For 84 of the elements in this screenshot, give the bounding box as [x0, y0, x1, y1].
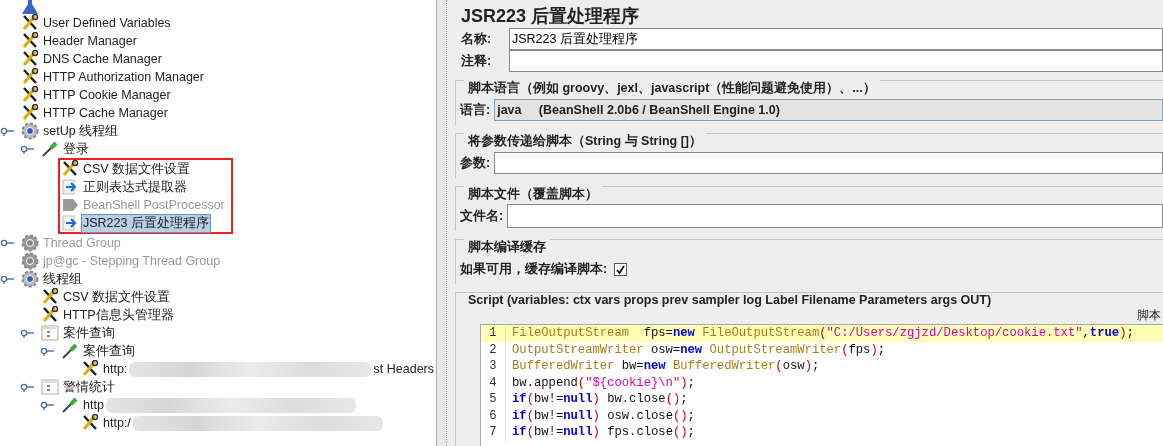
checkbox-label: 如果可用，缓存编译脚本: — [460, 260, 608, 278]
tree-item[interactable]: User Defined Variables — [41, 15, 173, 31]
expand-handle-icon[interactable] — [20, 144, 34, 154]
field-label: 参数: — [460, 154, 491, 172]
comment-field[interactable] — [509, 50, 1163, 72]
group-title: 脚本编译缓存 — [464, 239, 550, 256]
tree-item[interactable]: http — [81, 397, 106, 413]
tree-item-text: st Headers — [372, 361, 435, 377]
expand-handle-icon[interactable] — [0, 274, 14, 284]
tree-item[interactable]: CSV 数据文件设置 — [61, 287, 173, 307]
field-label: 语言: — [460, 101, 491, 119]
tree-item[interactable]: CSV 数据文件设置 — [81, 159, 193, 179]
tree-item[interactable]: HTTP Cookie Manager — [41, 87, 173, 103]
controller-icon — [41, 378, 59, 396]
code-line: if(bw!=null) bw.close(); — [512, 391, 688, 408]
field-label: 注释: — [461, 52, 493, 70]
dropper-icon — [41, 140, 59, 158]
name-field[interactable]: JSR223 后置处理程序 — [509, 28, 1163, 50]
tree-item[interactable]: 正则表达式提取器 — [81, 177, 189, 197]
tools-icon — [21, 32, 39, 50]
tree-item[interactable]: 警情统计 — [61, 377, 117, 397]
group-title: 将参数传递给脚本（String 与 String []） — [464, 133, 706, 150]
expand-handle-icon[interactable] — [20, 328, 34, 338]
tree-item[interactable]: Header Manager — [41, 33, 139, 49]
tools-icon — [81, 414, 99, 432]
tree-item[interactable]: http: — [101, 361, 130, 377]
gear-icon — [21, 234, 39, 252]
code-line: if(bw!=null) osw.close(); — [512, 407, 695, 424]
code-line: OutputStreamWriter osw=new OutputStreamWriter(fps); — [512, 341, 886, 358]
parameters-field[interactable] — [494, 152, 1163, 174]
gear-icon — [21, 270, 39, 288]
tree-item[interactable]: 案件查询 — [61, 323, 117, 343]
tools-icon — [61, 160, 79, 178]
panel-title: JSR223 后置处理程序 — [460, 5, 641, 28]
language-dropdown[interactable]: java (BeanShell 2.0b6 / BeanShell Engine 1.0) — [494, 99, 1163, 121]
code-line: if(bw!=null) fps.close(); — [512, 424, 695, 441]
tree-item[interactable]: HTTP Authorization Manager — [41, 69, 206, 85]
tree-item[interactable]: 线程组 — [41, 269, 84, 289]
tree-item[interactable]: DNS Cache Manager — [41, 51, 164, 67]
tools-icon — [21, 68, 39, 86]
line-number: 3 — [481, 358, 506, 375]
field-label: 文件名: — [460, 207, 504, 225]
filename-field[interactable] — [507, 204, 1163, 228]
line-number: 1 — [481, 325, 506, 342]
tree-item[interactable]: setUp 线程组 — [41, 121, 121, 141]
tree-item[interactable]: JSR223 后置处理程序 — [81, 213, 211, 233]
tree-item[interactable]: http:/ — [101, 415, 133, 431]
line-number: 7 — [481, 424, 506, 441]
dropper-icon — [61, 396, 79, 414]
tree-item[interactable]: 登录 — [61, 139, 91, 159]
expand-handle-icon[interactable] — [40, 400, 54, 410]
dropper-icon — [61, 342, 79, 360]
tree-item[interactable]: HTTP Cache Manager — [41, 105, 170, 121]
code-line: FileOutputStream fps=new FileOutputStream("C:/Users/zgjzd/Desktop/cookie.txt",true); — [512, 325, 1134, 342]
tools-icon — [21, 14, 39, 32]
script-side-label: 脚本 — [1137, 307, 1161, 324]
tools-icon — [41, 288, 59, 306]
code-line: bw.append("${cookie}\n"); — [512, 374, 695, 391]
expand-handle-icon[interactable] — [0, 126, 14, 136]
checkbox[interactable] — [614, 262, 628, 276]
line-number: 5 — [481, 391, 506, 408]
group-title: 脚本文件（覆盖脚本） — [464, 186, 602, 203]
group-title: 脚本语言（例如 groovy、jexl、javascript（性能问题避免使用）、...） — [464, 80, 880, 97]
tools-icon — [41, 306, 59, 324]
expand-handle-icon[interactable] — [20, 382, 34, 392]
tag-icon — [61, 196, 79, 214]
gear-icon — [21, 252, 39, 270]
tools-icon — [81, 360, 99, 378]
controller-icon — [41, 324, 59, 342]
gear-icon — [21, 122, 39, 140]
tools-icon — [21, 86, 39, 104]
expand-handle-icon[interactable] — [40, 346, 54, 356]
arrow-icon — [61, 214, 79, 232]
line-number: 2 — [481, 341, 506, 358]
arrow-icon — [61, 178, 79, 196]
line-number: 4 — [481, 374, 506, 391]
tools-icon — [21, 104, 39, 122]
code-editor[interactable] — [480, 324, 1163, 446]
code-line: BufferedWriter bw=new BufferedWriter(osw); — [512, 358, 820, 375]
tree-item[interactable]: 案件查询 — [81, 341, 137, 361]
line-number: 6 — [481, 407, 506, 424]
field-label: 名称: — [461, 30, 493, 48]
tree-item[interactable]: HTTP信息头管理器 — [61, 305, 176, 325]
tools-icon — [21, 50, 39, 68]
